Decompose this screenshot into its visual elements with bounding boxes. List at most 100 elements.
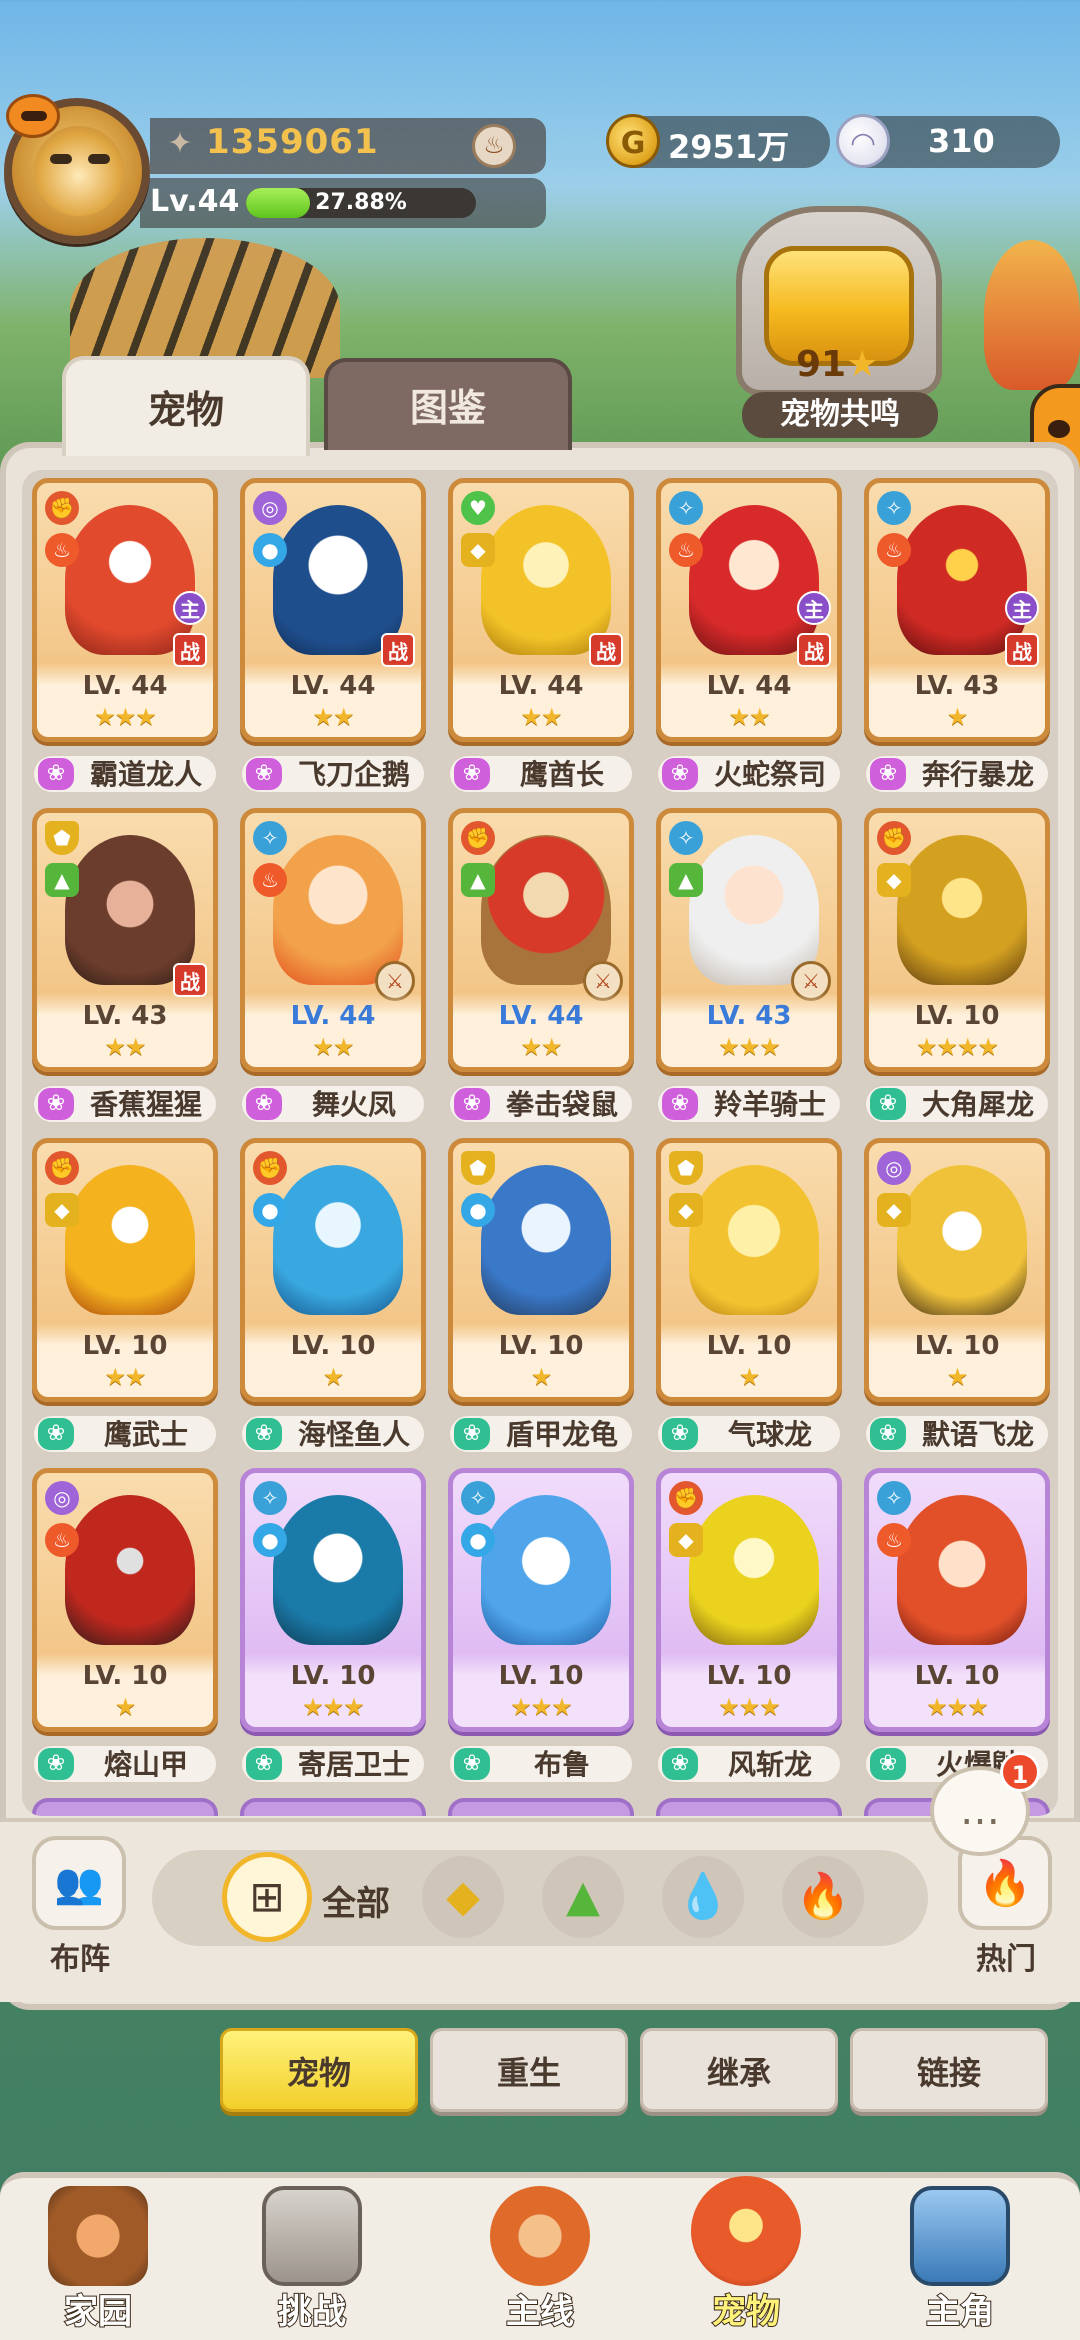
fire-element-icon: ♨ (877, 533, 911, 567)
filter-ground-icon[interactable]: ◆ (422, 1856, 504, 1938)
pet-portrait (273, 1495, 403, 1645)
chat-unread-badge: 1 (1000, 1752, 1040, 1792)
filter-grass-icon[interactable]: ▲ (542, 1856, 624, 1938)
pet-card-frame: ⬟ ◆ LV. 10 ★ (656, 1138, 842, 1402)
tab-pets[interactable]: 宠物 (62, 356, 310, 456)
pet-card[interactable]: ⬟ ● LV. 10 ★ ❀ 盾甲龙龟 (448, 1138, 634, 1456)
paw-icon: ❀ (454, 1418, 490, 1450)
pet-level: LV. 10 (498, 1331, 584, 1361)
pet-card-frame: ♥ ◆ 战 LV. 44 ★★ (448, 478, 634, 742)
pet-grid-container[interactable]: ✊ ♨ 主战 LV. 44 ★★★ ❀ 霸道龙人 ◎ ● 战 LV. 44 ★★ ❀ 飞刀企鹅 ♥ ◆ 战 LV.… (22, 470, 1058, 1816)
pet-stars: ★★ (728, 703, 770, 731)
nav-challenge[interactable]: 挑战 (222, 2176, 402, 2336)
fire-boost-button[interactable]: ♨ (472, 124, 516, 168)
magic-element-icon: ✧ (253, 1481, 287, 1515)
paw-icon: ❀ (38, 1748, 74, 1780)
pet-name-bar: ❀ 鹰武士 (32, 1414, 218, 1454)
hot-label: 热门 (976, 1942, 1036, 1977)
paw-icon: ❀ (662, 1088, 698, 1120)
pet-card[interactable]: ◎ ◆ LV. 10 ★ ❀ 默语飞龙 (864, 1138, 1050, 1456)
subtab-pets[interactable]: 宠物 (220, 2028, 418, 2112)
pet-card[interactable]: ✧ ♨ 主战 LV. 44 ★★ ❀ 火蛇祭司 (656, 478, 842, 796)
xp-percent: 27.88% (315, 190, 407, 215)
pet-name-bar: ❀ 火蛇祭司 (656, 754, 842, 794)
grass-element-icon: ▲ (669, 863, 703, 897)
pet-level: LV. 44 (498, 1001, 584, 1031)
subtab-link[interactable]: 链接 (850, 2028, 1048, 2112)
pet-level: LV. 44 (706, 671, 792, 701)
pet-portrait (481, 505, 611, 655)
pet-card[interactable]: ✧ ● LV. 10 ★★★ ❀ 布鲁 (448, 1468, 634, 1786)
spirit-element-icon: ◎ (253, 491, 287, 525)
nav-challenge-label: 挑战 (277, 2291, 347, 2333)
pet-card[interactable]: ✊ ● LV. 10 ★ ❀ 海怪鱼人 (240, 1138, 426, 1456)
fight-element-icon: ✊ (461, 821, 495, 855)
pet-portrait (481, 1165, 611, 1315)
paw-icon: ❀ (870, 758, 906, 790)
pet-name-bar: ❀ 奔行暴龙 (864, 754, 1050, 794)
pet-card[interactable]: ✊ ▲ ⚔ LV. 44 ★★ ❀ 拳击袋鼠 (448, 808, 634, 1126)
paw-icon: ❀ (454, 1748, 490, 1780)
pet-card[interactable]: ◎ ♨ LV. 10 ★ ❀ 熔山甲 (32, 1468, 218, 1786)
fire-element-icon: ♨ (45, 1523, 79, 1557)
pet-card[interactable]: ✊ ♨ 主战 LV. 44 ★★★ ❀ 霸道龙人 (32, 478, 218, 796)
nav-hero[interactable]: 主角 (870, 2176, 1050, 2336)
nav-pets[interactable]: 宠物 (656, 2176, 836, 2336)
tab-atlas[interactable]: 图鉴 (324, 358, 572, 450)
pet-name: 布鲁 (533, 1748, 590, 1781)
subtab-inherit[interactable]: 继承 (640, 2028, 838, 2112)
companion-pet-icon[interactable] (6, 94, 60, 138)
pet-level: LV. 44 (290, 1001, 376, 1031)
filter-all-button[interactable]: ⊞ (222, 1852, 312, 1942)
pet-card[interactable]: ✧ ▲ ⚔ LV. 43 ★★★ ❀ 羚羊骑士 (656, 808, 842, 1126)
avatar-eye-right (88, 154, 110, 164)
pet-stars: ★★★★ (915, 1033, 999, 1061)
pet-card-frame: ✧ ● LV. 10 ★★★ (240, 1468, 426, 1732)
pet-card-frame: ✊ ♨ 主战 LV. 44 ★★★ (32, 478, 218, 742)
pet-card[interactable]: ✧ ♨ ⚔ LV. 44 ★★ ❀ 舞火凤 (240, 808, 426, 1126)
pet-portrait (273, 835, 403, 985)
pet-name: 默语飞龙 (921, 1418, 1034, 1451)
paw-icon: ❀ (870, 1418, 906, 1450)
pet-name: 大角犀龙 (921, 1088, 1034, 1121)
pet-card[interactable]: ⬟ ▲ 战 LV. 43 ★★ ❀ 香蕉猩猩 (32, 808, 218, 1126)
filter-fire-icon[interactable]: 🔥 (782, 1856, 864, 1938)
nav-main-quest[interactable]: 主线 (450, 2176, 630, 2336)
pet-resonance-button[interactable]: 91★ 宠物共鸣 (722, 206, 956, 438)
pet-card[interactable]: ✧ ● LV. 10 ★★★ ❀ 寄居卫士 (240, 1468, 426, 1786)
pet-card[interactable]: ✊ ◆ LV. 10 ★★★ ❀ 风斩龙 (656, 1468, 842, 1786)
paw-icon: ❀ (246, 1088, 282, 1120)
pet-card[interactable]: ♥ ◆ 战 LV. 44 ★★ ❀ 鹰酋长 (448, 478, 634, 796)
subtab-rebirth[interactable]: 重生 (430, 2028, 628, 2112)
nav-pets-label: 宠物 (711, 2291, 781, 2333)
nav-home[interactable]: 家园 (8, 2176, 188, 2336)
paw-icon: ❀ (662, 1748, 698, 1780)
meat-icon (48, 2186, 148, 2286)
pet-card[interactable]: ⬟ ◆ LV. 10 ★ ❀ 气球龙 (656, 1138, 842, 1456)
main-quest-icon (490, 2186, 590, 2286)
formation-button[interactable]: 👥 (32, 1836, 126, 1930)
pet-stars: ★ (114, 1693, 137, 1721)
next-row-card-peek (656, 1798, 842, 1816)
pet-card-frame: ✊ ● LV. 10 ★ (240, 1138, 426, 1402)
pet-card[interactable]: ✧ ♨ 主战 LV. 43 ★ ❀ 奔行暴龙 (864, 478, 1050, 796)
next-row-card-peek (448, 1798, 634, 1816)
pet-stars: ★★★ (510, 1693, 573, 1721)
filter-water-icon[interactable]: 💧 (662, 1856, 744, 1938)
pet-card[interactable]: ◎ ● 战 LV. 44 ★★ ❀ 飞刀企鹅 (240, 478, 426, 796)
resonance-label: 宠物共鸣 (742, 392, 938, 438)
pet-card[interactable]: ✊ ◆ LV. 10 ★★ ❀ 鹰武士 (32, 1138, 218, 1456)
pet-name: 飞刀企鹅 (297, 758, 410, 791)
pet-name: 气球龙 (727, 1418, 812, 1451)
pet-card[interactable]: ✊ ◆ LV. 10 ★★★★ ❀ 大角犀龙 (864, 808, 1050, 1126)
resonance-count: 91★ (796, 344, 879, 385)
pet-card[interactable]: ✧ ♨ LV. 10 ★★★ ❀ 火爆鼬 (864, 1468, 1050, 1786)
pet-name-bar: ❀ 风斩龙 (656, 1744, 842, 1784)
battle-tag: 战 (173, 633, 207, 667)
power-score: 1359061 (206, 122, 379, 162)
fire-element-icon: ♨ (45, 533, 79, 567)
gold-coin-icon: G (606, 114, 660, 168)
pet-level: LV. 10 (290, 1661, 376, 1691)
fire-element-icon: ♨ (669, 533, 703, 567)
next-row-card-peek (240, 1798, 426, 1816)
